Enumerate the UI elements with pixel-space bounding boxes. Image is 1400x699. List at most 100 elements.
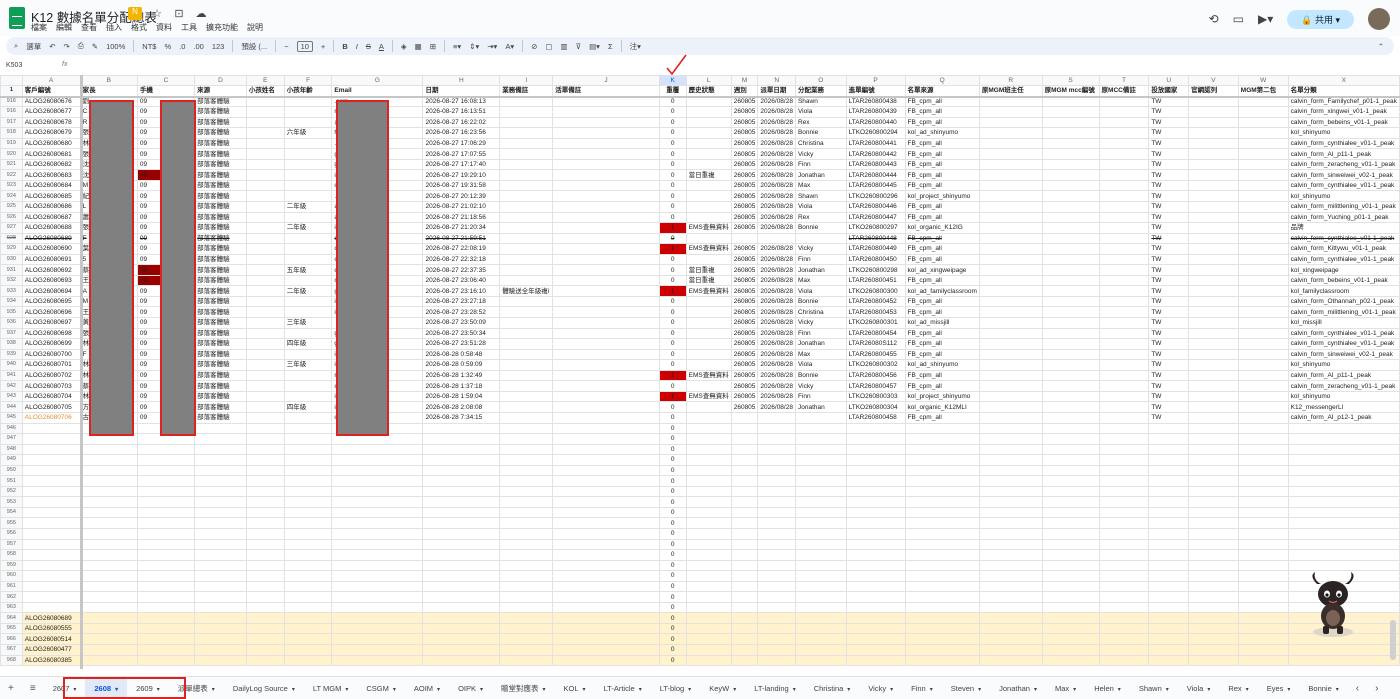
- cell-r[interactable]: [978, 422, 1043, 435]
- decrease-decimal-button[interactable]: .0: [179, 42, 185, 51]
- cell-u[interactable]: [1148, 601, 1190, 614]
- cell-s[interactable]: [1041, 222, 1100, 234]
- cell-q[interactable]: FB_cpm_all: [904, 158, 980, 171]
- cell-l[interactable]: [685, 496, 732, 508]
- cell-a[interactable]: [21, 454, 81, 466]
- cell-n[interactable]: 2026/08/28: [757, 369, 796, 382]
- sheet-tab[interactable]: LT-landing ▾: [745, 677, 804, 699]
- cell-s[interactable]: [1041, 327, 1100, 340]
- cell-s[interactable]: [1041, 496, 1100, 508]
- cell-h[interactable]: 2026-08-27 22:32:18: [422, 253, 501, 266]
- history-icon[interactable]: ⟲: [1209, 12, 1219, 26]
- cell-m[interactable]: [730, 506, 759, 519]
- cell-p[interactable]: LTKO260800294: [845, 127, 906, 139]
- cell-n[interactable]: [757, 591, 796, 603]
- cell-r[interactable]: [978, 622, 1043, 635]
- cell-j[interactable]: [552, 106, 660, 118]
- cell-x[interactable]: calvin_form_AI_p11-1_peak: [1287, 148, 1400, 160]
- cell-x[interactable]: [1287, 496, 1400, 508]
- cell-t[interactable]: [1098, 496, 1150, 508]
- cell-a[interactable]: ALOG26080555: [21, 622, 81, 635]
- chevron-down-icon[interactable]: ▾: [847, 687, 850, 693]
- column-header-b[interactable]: B: [79, 75, 138, 86]
- cell-o[interactable]: Max: [794, 179, 847, 192]
- cell-k[interactable]: 0: [658, 591, 687, 603]
- cell-f[interactable]: [283, 380, 333, 392]
- cell-s[interactable]: [1041, 601, 1100, 614]
- cell-x[interactable]: calvin_form_AI_p12-1_peak: [1287, 411, 1400, 424]
- cell-l[interactable]: EMS查無資料: [685, 390, 732, 403]
- cell-e[interactable]: [245, 222, 285, 234]
- cell-i[interactable]: [499, 201, 554, 213]
- cell-u[interactable]: TW: [1148, 369, 1190, 382]
- cell-r[interactable]: [978, 285, 1043, 297]
- cell-m[interactable]: 260805: [730, 201, 759, 213]
- cell-e[interactable]: [245, 601, 285, 614]
- cell-r[interactable]: [978, 222, 1043, 234]
- cell-w[interactable]: [1237, 106, 1289, 118]
- cell-u[interactable]: [1148, 612, 1190, 624]
- cell-r[interactable]: [978, 654, 1043, 667]
- cell-m[interactable]: [730, 612, 759, 624]
- cell-a[interactable]: ALOG26080693: [21, 274, 81, 287]
- cell-a[interactable]: [21, 591, 81, 603]
- cell-w[interactable]: [1237, 116, 1289, 129]
- cell-s[interactable]: [1041, 338, 1100, 350]
- cell-l[interactable]: [685, 201, 732, 213]
- cell-o[interactable]: [794, 549, 847, 561]
- cell-t[interactable]: [1098, 190, 1150, 202]
- cell-t[interactable]: [1098, 559, 1150, 572]
- cell-u[interactable]: TW: [1148, 338, 1190, 350]
- cell-r[interactable]: [978, 496, 1043, 508]
- cell-a[interactable]: ALOG26080682: [21, 158, 81, 171]
- cell-q[interactable]: [904, 654, 980, 667]
- chevron-down-icon[interactable]: ▾: [793, 687, 796, 693]
- cell-q[interactable]: [904, 601, 980, 614]
- cell-t[interactable]: [1098, 401, 1150, 413]
- cell-n[interactable]: [757, 443, 796, 456]
- cell-s[interactable]: [1041, 559, 1100, 572]
- cell-e[interactable]: [245, 622, 285, 635]
- cell-m[interactable]: [730, 411, 759, 424]
- cell-k[interactable]: 0: [658, 306, 687, 319]
- cell-t[interactable]: [1098, 433, 1150, 445]
- cell-w[interactable]: [1237, 327, 1289, 340]
- cell-t[interactable]: [1098, 369, 1150, 382]
- cell-h[interactable]: [422, 496, 501, 508]
- cell-k[interactable]: 0: [658, 317, 687, 329]
- cell-w[interactable]: [1237, 433, 1289, 445]
- header-cell[interactable]: 分配業務: [794, 85, 847, 97]
- cell-f[interactable]: [283, 612, 333, 624]
- cell-q[interactable]: kol_project_shinyumo: [904, 190, 980, 202]
- cell-q[interactable]: FB_cpm_all: [904, 137, 980, 150]
- cell-a[interactable]: ALOG26080692: [21, 264, 81, 276]
- cell-l[interactable]: [685, 485, 732, 498]
- cell-d[interactable]: 部落客體驗: [194, 401, 247, 413]
- chevron-down-icon[interactable]: ▾: [543, 687, 546, 693]
- cell-d[interactable]: 部落客體驗: [194, 411, 247, 424]
- cell-b[interactable]: [79, 496, 138, 508]
- cell-u[interactable]: TW: [1148, 317, 1190, 329]
- cell-u[interactable]: [1148, 538, 1190, 551]
- cell-t[interactable]: [1098, 411, 1150, 424]
- cell-j[interactable]: [552, 380, 660, 392]
- cell-s[interactable]: [1041, 106, 1100, 118]
- cell-n[interactable]: [757, 570, 796, 582]
- cell-p[interactable]: [845, 580, 906, 593]
- cell-k[interactable]: 0: [658, 137, 687, 150]
- cell-n[interactable]: 2026/08/28: [757, 306, 796, 319]
- cell-m[interactable]: [730, 517, 759, 529]
- cell-f[interactable]: [283, 527, 333, 540]
- chart-icon[interactable]: ▥: [560, 42, 567, 51]
- cell-i[interactable]: [499, 369, 554, 382]
- cell-l[interactable]: [685, 148, 732, 160]
- cell-d[interactable]: 部落客體驗: [194, 306, 247, 319]
- cell-q[interactable]: [904, 644, 980, 656]
- cell-p[interactable]: [845, 517, 906, 529]
- cell-n[interactable]: 2026/08/28: [757, 317, 796, 329]
- cell-l[interactable]: [685, 591, 732, 603]
- cell-n[interactable]: [757, 633, 796, 645]
- cell-n[interactable]: [757, 549, 796, 561]
- cell-m[interactable]: 260805: [730, 380, 759, 392]
- row-number[interactable]: 1: [0, 85, 23, 97]
